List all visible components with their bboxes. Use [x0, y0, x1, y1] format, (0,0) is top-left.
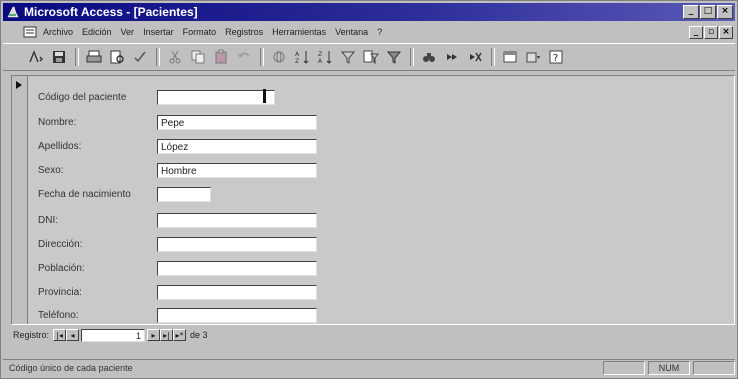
status-text: Código único de cada paciente — [9, 363, 133, 373]
status-bar: Código único de cada paciente NUM — [3, 359, 735, 376]
next-record-button[interactable]: ▸ — [147, 329, 161, 341]
field-label: Teléfono: — [38, 310, 79, 321]
save-icon[interactable] — [50, 48, 68, 66]
form-icon[interactable] — [23, 26, 37, 38]
menu-edicion[interactable]: Edición — [82, 27, 112, 37]
menu-registros[interactable]: Registros — [225, 27, 263, 37]
menu-herramientas[interactable]: Herramientas — [272, 27, 326, 37]
apply-filter-icon[interactable] — [385, 48, 403, 66]
database-window-icon[interactable] — [501, 48, 519, 66]
record-count: de 3 — [190, 330, 208, 340]
telefono-input[interactable] — [157, 308, 317, 323]
new-record-nav-button[interactable]: ▸* — [173, 329, 187, 341]
menu-insertar[interactable]: Insertar — [143, 27, 174, 37]
undo-icon[interactable] — [235, 48, 253, 66]
nombre-input[interactable]: Pepe — [157, 115, 317, 130]
field-label: Sexo: — [38, 165, 64, 176]
cut-icon[interactable] — [166, 48, 184, 66]
menu-bar: Archivo Edición Ver Insertar Formato Reg… — [3, 23, 735, 41]
sort-descending-icon[interactable]: ZA — [316, 48, 334, 66]
field-label: DNI: — [38, 215, 58, 226]
filter-by-selection-icon[interactable] — [339, 48, 357, 66]
access-key-icon — [6, 5, 20, 19]
sort-ascending-icon[interactable]: AZ — [293, 48, 311, 66]
svg-text:?: ? — [553, 53, 558, 64]
provincia-input[interactable] — [157, 285, 317, 300]
svg-text:Z: Z — [295, 58, 299, 65]
menu-ventana[interactable]: Ventana — [335, 27, 368, 37]
print-icon[interactable] — [85, 48, 103, 66]
menu-formato[interactable]: Formato — [183, 27, 217, 37]
svg-text:A: A — [295, 51, 300, 58]
field-label: Provincia: — [38, 287, 82, 298]
direccion-input[interactable] — [157, 237, 317, 252]
poblacion-input[interactable] — [157, 261, 317, 276]
new-object-icon[interactable] — [524, 48, 542, 66]
copy-icon[interactable] — [189, 48, 207, 66]
menu-ver[interactable]: Ver — [121, 27, 135, 37]
document-controls: _ ▫ × — [689, 26, 733, 39]
maximize-button[interactable]: □ — [700, 5, 716, 19]
toolbar-separator — [410, 48, 414, 66]
svg-text:A: A — [318, 58, 323, 65]
toolbar-separator — [156, 48, 160, 66]
field-label: Dirección: — [38, 239, 83, 250]
access-window: Microsoft Access - [Pacientes] _ □ × Arc… — [0, 0, 738, 379]
doc-minimize-button[interactable]: _ — [689, 26, 703, 39]
window-title: Microsoft Access - [Pacientes] — [24, 5, 198, 19]
form-area: Código del paciente Nombre: Pepe Apellid… — [11, 75, 735, 325]
field-label: Población: — [38, 263, 85, 274]
spelling-icon[interactable] — [131, 48, 149, 66]
find-icon[interactable] — [420, 48, 438, 66]
view-icon[interactable] — [27, 48, 45, 66]
record-number-input[interactable]: 1 — [81, 328, 146, 342]
toolbar-separator — [260, 48, 264, 66]
codigo-paciente-input[interactable] — [157, 90, 275, 105]
minimize-button[interactable]: _ — [683, 5, 699, 19]
doc-restore-button[interactable]: ▫ — [704, 26, 718, 39]
svg-text:Z: Z — [318, 51, 322, 58]
first-record-button[interactable]: |◂ — [53, 329, 67, 341]
close-button[interactable]: × — [717, 5, 733, 19]
toolbar-separator — [491, 48, 495, 66]
field-label: Nombre: — [38, 117, 77, 128]
field-label: Código del paciente — [38, 92, 127, 103]
toolbar-separator — [75, 48, 79, 66]
sexo-input[interactable]: Hombre — [157, 163, 317, 178]
last-record-button[interactable]: ▸| — [160, 329, 174, 341]
status-panel-empty — [693, 361, 735, 375]
field-label: Fecha de nacimiento — [38, 189, 131, 200]
new-record-icon[interactable] — [443, 48, 461, 66]
doc-close-button[interactable]: × — [719, 26, 733, 39]
toolbar: AZ ZA ? — [3, 43, 735, 71]
current-record-arrow-icon — [16, 81, 22, 89]
title-bar[interactable]: Microsoft Access - [Pacientes] _ □ × — [3, 3, 735, 21]
apellidos-input[interactable]: López — [157, 139, 317, 154]
help-icon[interactable]: ? — [547, 48, 565, 66]
hyperlink-icon[interactable] — [270, 48, 288, 66]
menu-archivo[interactable]: Archivo — [43, 27, 73, 37]
window-controls: _ □ × — [683, 5, 733, 19]
num-lock-indicator: NUM — [648, 361, 690, 375]
status-panel-empty — [603, 361, 645, 375]
dni-input[interactable] — [157, 213, 317, 228]
previous-record-button[interactable]: ◂ — [66, 329, 80, 341]
text-cursor — [263, 89, 266, 103]
paste-icon[interactable] — [212, 48, 230, 66]
record-label: Registro: — [13, 330, 50, 340]
fecha-nacimiento-input[interactable] — [157, 187, 211, 202]
filter-by-form-icon[interactable] — [362, 48, 380, 66]
delete-record-icon[interactable] — [466, 48, 484, 66]
record-selector[interactable] — [12, 76, 28, 324]
print-preview-icon[interactable] — [108, 48, 126, 66]
menu-help[interactable]: ? — [377, 27, 382, 37]
field-label: Apellidos: — [38, 141, 82, 152]
record-navigation: Registro: |◂ ◂ 1 ▸ ▸| ▸* de 3 — [11, 327, 733, 343]
